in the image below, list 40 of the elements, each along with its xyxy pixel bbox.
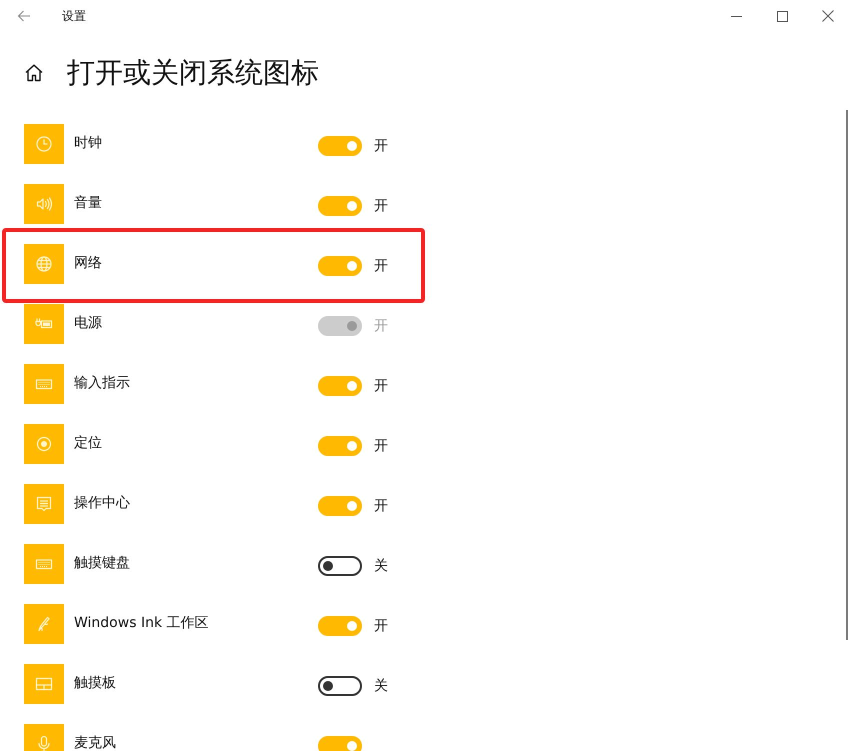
page-title: 打开或关闭系统图标 xyxy=(67,55,319,91)
toggle-state-label: 开 xyxy=(374,317,388,335)
close-icon xyxy=(822,10,834,22)
toggle-state-label: 关 xyxy=(374,557,388,575)
back-arrow-icon xyxy=(17,10,31,22)
window-title: 设置 xyxy=(62,8,86,24)
setting-label: 音量 xyxy=(74,194,103,212)
toggle-state-label: 开 xyxy=(374,437,388,455)
home-icon xyxy=(25,64,43,82)
toggle-state-label: 开 xyxy=(374,497,388,515)
setting-label: 网络 xyxy=(74,254,103,272)
toggle-switch[interactable] xyxy=(318,556,362,576)
message-icon xyxy=(24,484,64,524)
battery-plug-icon xyxy=(24,304,64,344)
toggle-state-label: 开 xyxy=(374,197,388,215)
toggle-state-label: 开 xyxy=(374,257,388,275)
toggle-state-label: 开 xyxy=(374,377,388,395)
setting-label: 触摸板 xyxy=(74,674,117,692)
maximize-icon xyxy=(776,10,788,22)
speaker-icon xyxy=(24,184,64,224)
toggle-state-label: 关 xyxy=(374,677,388,695)
keyboard-icon xyxy=(24,364,64,404)
keyboard-icon xyxy=(24,544,64,584)
pen-icon xyxy=(24,604,64,644)
setting-label: 操作中心 xyxy=(74,494,131,512)
scrollbar-thumb[interactable] xyxy=(846,110,848,640)
globe-icon xyxy=(24,244,64,284)
toggle-state-label: 开 xyxy=(374,137,388,155)
setting-label: 电源 xyxy=(74,314,103,332)
setting-label: 触摸键盘 xyxy=(74,554,131,572)
setting-label: 定位 xyxy=(74,434,103,452)
setting-label: 麦克风 xyxy=(74,734,117,751)
toggle-switch[interactable] xyxy=(318,676,362,696)
touchpad-icon xyxy=(24,664,64,704)
setting-label: Windows Ink 工作区 xyxy=(74,614,210,632)
clock-icon xyxy=(24,124,64,164)
target-icon xyxy=(24,424,64,464)
setting-label: 时钟 xyxy=(74,134,103,152)
toggle-state-label: 开 xyxy=(374,617,388,635)
setting-label: 输入指示 xyxy=(74,374,131,392)
